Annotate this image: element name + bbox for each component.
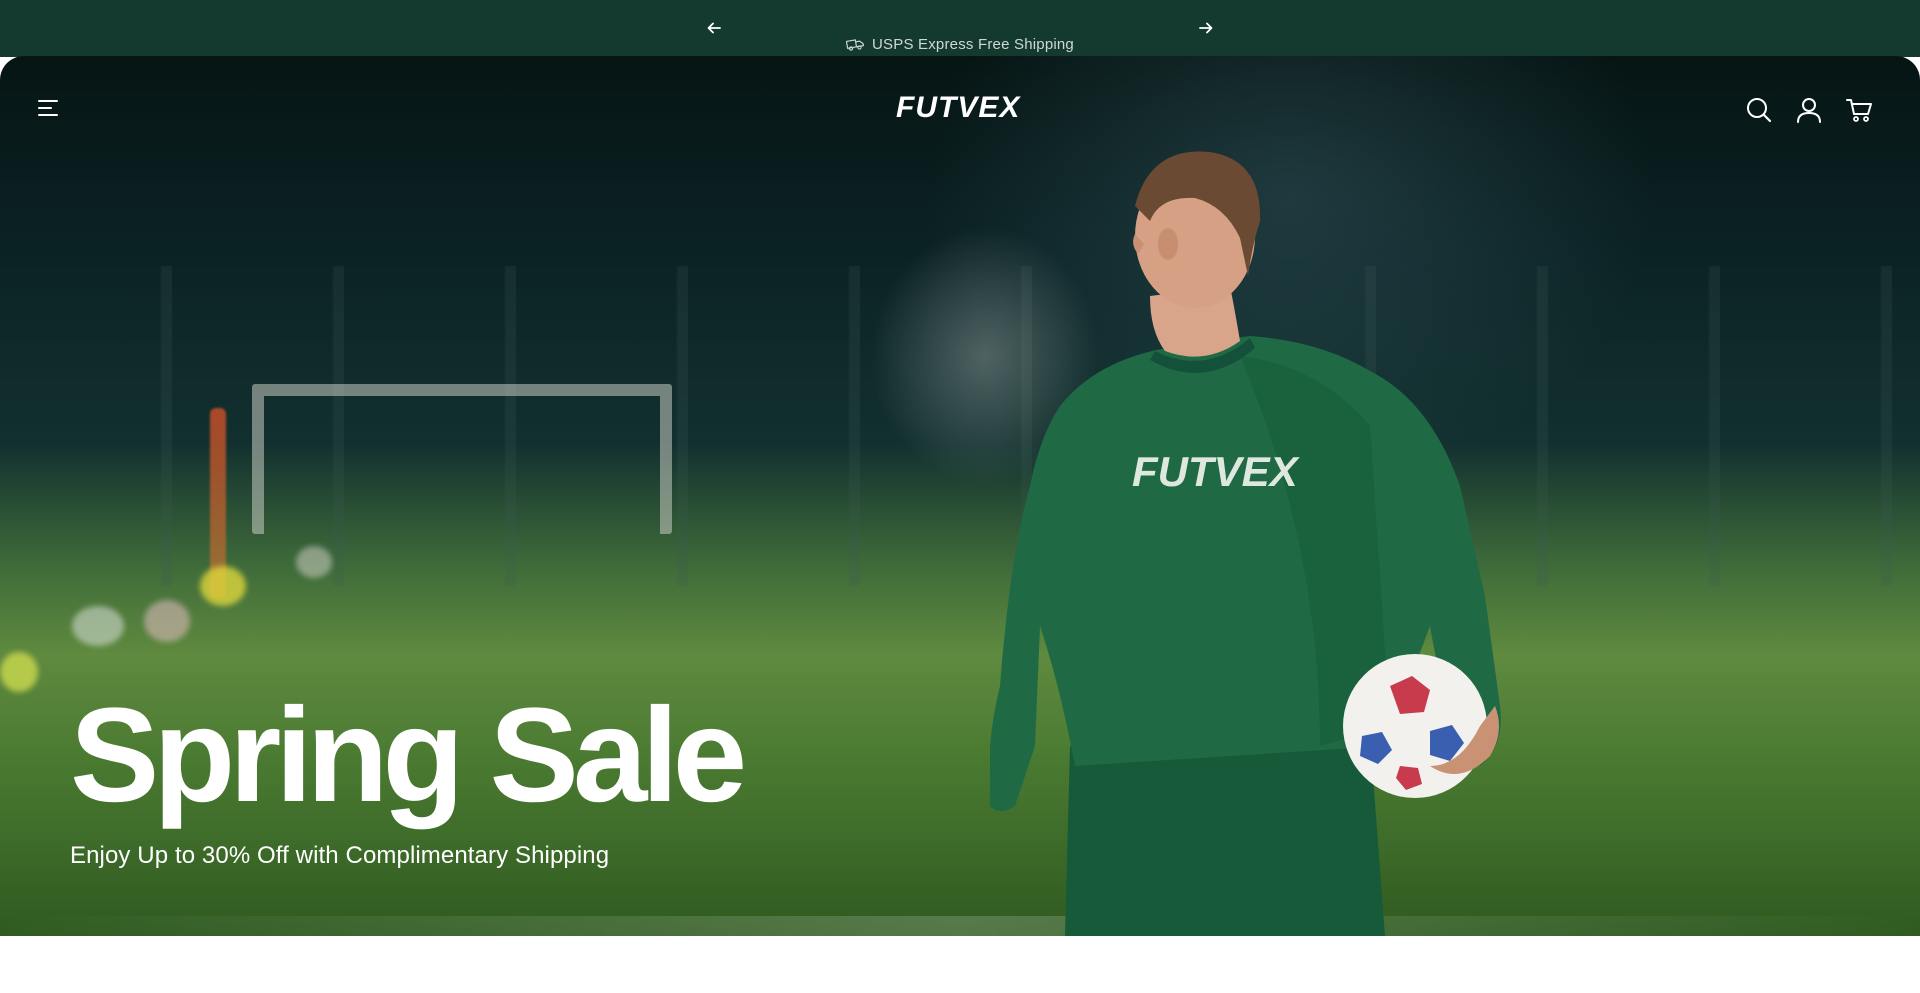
hero-content: Spring Sale Enjoy Up to 30% Off with Com… xyxy=(70,681,747,870)
announcement-next-button[interactable] xyxy=(1194,16,1218,40)
training-cone xyxy=(144,600,190,642)
menu-button[interactable] xyxy=(38,100,62,122)
menu-icon-line xyxy=(38,114,58,116)
background-goal xyxy=(252,384,672,534)
jersey-logo-text: FUTVEX xyxy=(1132,448,1301,495)
training-cone xyxy=(0,652,38,692)
field-line xyxy=(0,916,1920,936)
training-cone xyxy=(200,566,246,606)
announcement-bar: USPS Express Free Shipping xyxy=(0,0,1920,57)
account-icon xyxy=(1797,98,1821,123)
cart-icon xyxy=(1846,99,1872,122)
site-logo[interactable]: FUTVEX xyxy=(896,86,1026,130)
menu-icon xyxy=(38,100,58,102)
training-cone xyxy=(296,546,332,578)
menu-icon-line xyxy=(38,107,52,109)
announcement-message[interactable]: USPS Express Free Shipping xyxy=(0,34,1920,54)
logo-text: FUTVEX xyxy=(896,91,1021,124)
training-cone xyxy=(72,606,124,646)
arrow-right-icon xyxy=(1199,22,1213,34)
announcement-text: USPS Express Free Shipping xyxy=(872,35,1074,53)
player-image: FUTVEX xyxy=(990,151,1501,936)
hero-title: Spring Sale xyxy=(70,681,747,830)
search-icon xyxy=(1747,98,1772,123)
site-header: FUTVEX xyxy=(0,56,1920,166)
hero-subtitle: Enjoy Up to 30% Off with Complimentary S… xyxy=(70,842,610,869)
account-button[interactable] xyxy=(1795,96,1823,124)
cart-button[interactable] xyxy=(1845,96,1873,124)
search-button[interactable] xyxy=(1745,96,1773,124)
truck-icon xyxy=(846,39,865,51)
